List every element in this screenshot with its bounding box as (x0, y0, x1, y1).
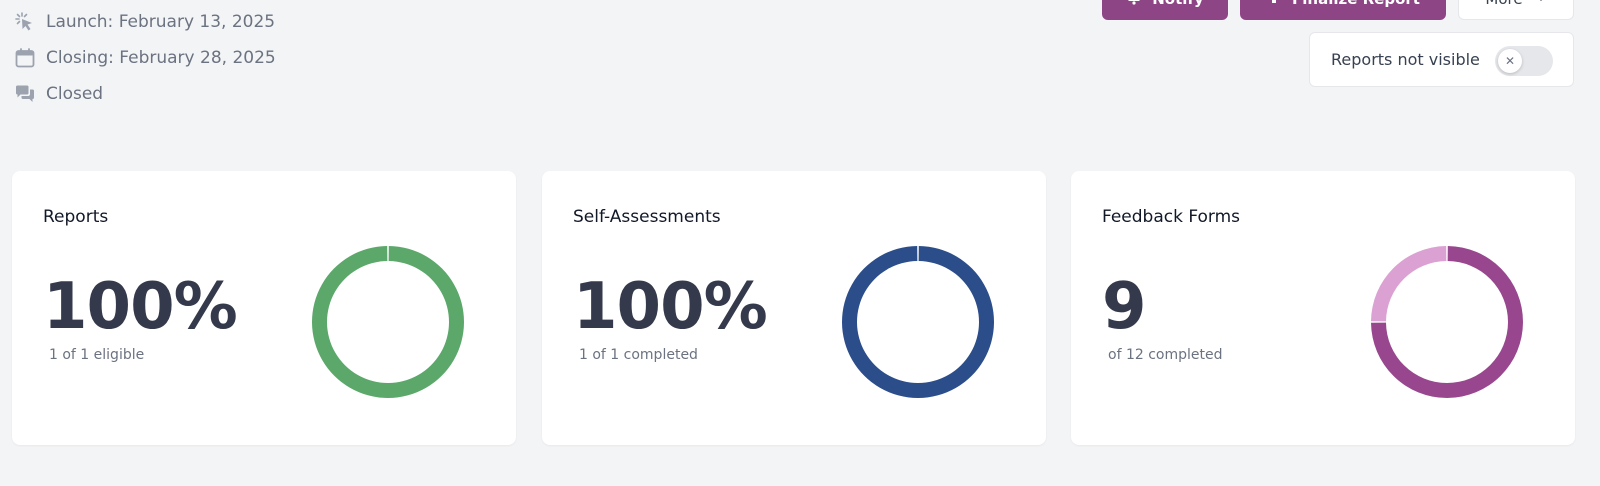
self-assessments-stat-card: Self-Assessments 100% 1 of 1 completed (542, 171, 1046, 445)
card-subtitle: 1 of 1 eligible (49, 347, 145, 363)
donut-segment-remaining (1371, 246, 1447, 322)
card-value: 100% (43, 270, 238, 344)
card-title: Self-Assessments (573, 207, 721, 227)
self-assessments-donut-chart (842, 246, 994, 398)
notify-label: Notify (1152, 0, 1203, 8)
card-subtitle: 1 of 1 completed (579, 347, 698, 363)
card-title: Reports (43, 207, 109, 227)
launch-date-text: Launch: February 13, 2025 (46, 12, 276, 32)
card-value: 9 (1102, 270, 1147, 344)
visibility-label: Reports not visible (1331, 50, 1480, 69)
status-row: Closed (14, 76, 276, 112)
donut-segment-completed (312, 246, 464, 398)
chevron-down-icon (1535, 0, 1547, 8)
chat-bubbles-icon (14, 83, 36, 105)
report-visibility-control: Reports not visible ✕ (1309, 32, 1574, 87)
toggle-knob: ✕ (1498, 49, 1522, 73)
finalize-report-button[interactable]: Finalize Report (1240, 0, 1446, 20)
x-mark-icon: ✕ (1504, 54, 1516, 68)
finalize-label: Finalize Report (1292, 0, 1420, 8)
more-dropdown-button[interactable]: More (1458, 0, 1574, 20)
card-subtitle: of 12 completed (1108, 347, 1223, 363)
donut-segment-completed (842, 246, 994, 398)
survey-overview-page: Launch: February 13, 2025 Closing: Febru… (0, 0, 1600, 486)
reports-donut-chart (312, 246, 464, 398)
feedback-forms-stat-card: Feedback Forms 9 of 12 completed (1071, 171, 1575, 445)
calendar-icon (14, 47, 36, 69)
reports-stat-card: Reports 100% 1 of 1 eligible (12, 171, 516, 445)
more-label: More (1485, 0, 1522, 8)
status-text: Closed (46, 84, 104, 104)
bell-icon (1126, 0, 1142, 9)
report-visibility-toggle[interactable]: ✕ (1495, 46, 1553, 76)
notify-button[interactable]: Notify (1102, 0, 1228, 20)
card-title: Feedback Forms (1102, 207, 1241, 227)
survey-meta: Launch: February 13, 2025 Closing: Febru… (14, 4, 276, 112)
card-value: 100% (573, 270, 768, 344)
cursor-click-icon (14, 11, 36, 33)
closing-date-text: Closing: February 28, 2025 (46, 48, 276, 68)
launch-date-row: Launch: February 13, 2025 (14, 4, 276, 40)
closing-date-row: Closing: February 28, 2025 (14, 40, 276, 76)
feedback-forms-donut-chart (1371, 246, 1523, 398)
lightbulb-icon (1266, 0, 1282, 9)
